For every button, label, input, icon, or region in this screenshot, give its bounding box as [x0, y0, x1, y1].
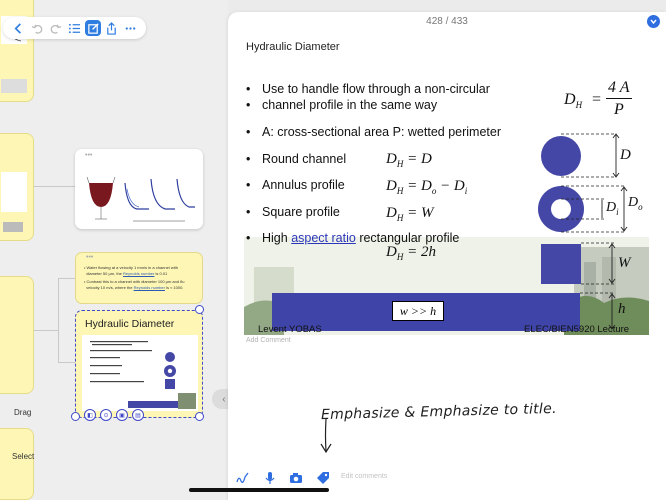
comments-input[interactable]: Edit comments: [341, 473, 387, 480]
mindmap-canvas[interactable]: ••• ••• • Water flowing at a velocity 1 …: [0, 0, 228, 500]
note-line: diameter 50 µm, the Reynolds number is 0…: [86, 270, 168, 276]
note-card-hydraulic-diameter[interactable]: Hydraulic Diameter: [75, 310, 203, 418]
reynolds-link[interactable]: Reynolds number: [134, 285, 165, 290]
connector-line: [58, 278, 59, 362]
note-card-thumbnail: [1, 16, 27, 93]
page-indicator: 428 / 433: [426, 16, 468, 27]
card-note-button[interactable]: ▤: [132, 409, 144, 421]
label-h: h: [618, 301, 626, 317]
connector-line: [58, 278, 75, 279]
note-card-partial[interactable]: [0, 276, 34, 394]
card-image-button[interactable]: ▣: [116, 409, 128, 421]
card-title: Hydraulic Diameter: [85, 318, 175, 330]
ellipsis-icon: [125, 26, 136, 30]
edit-button[interactable]: [85, 20, 102, 36]
drag-label[interactable]: Drag: [14, 408, 31, 417]
share-icon: [107, 21, 117, 35]
home-indicator[interactable]: [189, 488, 329, 492]
outline-button[interactable]: [66, 20, 82, 36]
slide-thumbnail-graphic: [90, 341, 196, 409]
connector-line: [34, 186, 75, 187]
label-di: Di: [606, 200, 619, 217]
document-title: Hydraulic Diameter: [246, 41, 340, 53]
select-label[interactable]: Select: [12, 452, 34, 461]
collapse-button[interactable]: [647, 15, 660, 28]
slide-thumbnail: [82, 335, 198, 411]
card-link-button[interactable]: ⊙: [100, 409, 112, 421]
canvas-toolbar: [3, 17, 146, 39]
camera-icon[interactable]: [289, 471, 303, 485]
connector-line: [58, 362, 75, 363]
note-card-reynolds[interactable]: ••• • Water flowing at a velocity 1 mm/s…: [75, 252, 203, 304]
square-channel-shape: [541, 244, 581, 284]
resize-handle[interactable]: [195, 412, 204, 421]
wetting-figure-thumbnail: [86, 176, 195, 222]
slide-footer-course: ELEC/BIEN5920 Lecture: [524, 324, 630, 335]
document-pane: 428 / 433 Hydraulic Diameter Use to hand…: [228, 12, 666, 500]
label-w: W: [618, 255, 631, 271]
redo-icon: [50, 24, 62, 34]
reynolds-link[interactable]: Reynolds number: [123, 271, 154, 276]
note-card-partial[interactable]: [0, 428, 34, 500]
undo-button[interactable]: [29, 20, 45, 36]
note-line: velocity 10 m/s, where the Reynolds numb…: [86, 284, 184, 290]
handwritten-annotation[interactable]: Emphasize & Emphasize to title.: [321, 401, 557, 423]
handwriting-icon[interactable]: [236, 471, 250, 485]
card-menu-dots: •••: [86, 254, 94, 261]
note-card-thumbnail: [1, 172, 27, 232]
resize-handle[interactable]: [71, 412, 80, 421]
redo-button[interactable]: [48, 20, 64, 36]
tag-icon[interactable]: [316, 471, 330, 485]
connector-line: [34, 330, 58, 331]
image-card[interactable]: •••: [75, 149, 203, 229]
share-button[interactable]: [104, 20, 120, 36]
note-card-partial[interactable]: [0, 0, 34, 102]
round-channel-shape: [541, 136, 581, 176]
compose-icon: [87, 22, 99, 34]
annotation-arrow: [320, 418, 332, 454]
microphone-icon[interactable]: [263, 471, 277, 485]
back-button[interactable]: [10, 20, 26, 36]
comment-toolbar: Edit comments: [228, 471, 666, 489]
list-icon: [68, 23, 81, 33]
label-d: D: [620, 147, 631, 163]
slide-footer-author: Levent YOBAS: [258, 324, 322, 335]
label-do: Do: [628, 195, 643, 212]
note-card-partial[interactable]: [0, 133, 34, 241]
undo-icon: [31, 24, 42, 34]
chevron-down-icon: [650, 19, 657, 25]
add-comment-link[interactable]: Add Comment: [246, 337, 291, 344]
card-attach-button[interactable]: ◧: [84, 409, 96, 421]
more-button[interactable]: [123, 20, 139, 36]
lecture-slide[interactable]: Use to handle flow through a non-circula…: [244, 67, 649, 335]
aspect-ratio-label: w >> h: [392, 301, 444, 321]
resize-handle[interactable]: [195, 305, 204, 314]
chevron-left-icon: [14, 22, 21, 34]
